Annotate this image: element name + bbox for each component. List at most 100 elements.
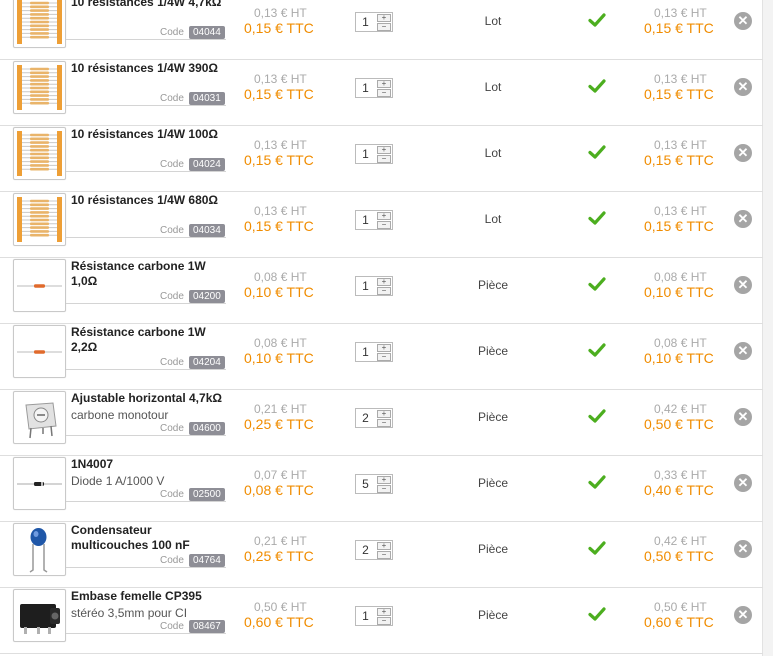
quantity-value[interactable]: 1 [356, 345, 375, 359]
increment-button[interactable]: + [377, 212, 391, 220]
decrement-button[interactable]: − [377, 287, 391, 295]
product-name[interactable]: 10 résistances 1/4W 680Ω [71, 193, 231, 208]
increment-button[interactable]: + [377, 80, 391, 88]
total-price-ht: 0,08 € HT [654, 270, 707, 284]
total-price-ht: 0,13 € HT [654, 72, 707, 86]
decrement-button[interactable]: − [377, 419, 391, 427]
decrement-button[interactable]: − [377, 23, 391, 31]
quantity-stepper[interactable]: 1 + − [355, 12, 393, 32]
resistor-single-thumbnail[interactable] [13, 325, 66, 378]
unit-price-ttc: 0,15 € TTC [244, 152, 314, 168]
cart-row: Condensateur multicouches 100 nF Code 04… [0, 522, 763, 588]
cart-table: 10 résistances 1/4W 4,7kΩ Code 04044 0,1… [0, 0, 763, 656]
product-name[interactable]: Résistance carbone 1W 1,0Ω [71, 259, 231, 289]
remove-item-button[interactable]: ✕ [734, 540, 752, 558]
quantity-stepper[interactable]: 1 + − [355, 606, 393, 626]
cart-row: 1N4007 Diode 1 A/1000 V Code 02500 0,07 … [0, 456, 763, 522]
resistor-single-thumbnail[interactable] [13, 259, 66, 312]
quantity-value[interactable]: 2 [356, 543, 375, 557]
decrement-button[interactable]: − [377, 89, 391, 97]
resistor-pack-thumbnail[interactable] [13, 61, 66, 114]
product-code: 08467 [189, 620, 225, 633]
unit-price-ttc: 0,15 € TTC [244, 20, 314, 36]
total-price-ttc: 0,40 € TTC [644, 482, 714, 498]
quantity-stepper[interactable]: 1 + − [355, 78, 393, 98]
remove-item-button[interactable]: ✕ [734, 12, 752, 30]
resistor-pack-thumbnail[interactable] [13, 0, 66, 48]
resistor-pack-thumbnail[interactable] [13, 127, 66, 180]
quantity-stepper[interactable]: 2 + − [355, 540, 393, 560]
increment-button[interactable]: + [377, 278, 391, 286]
product-name[interactable]: Résistance carbone 1W 2,2Ω [71, 325, 231, 355]
unit-price-ttc: 0,25 € TTC [244, 416, 314, 432]
remove-item-button[interactable]: ✕ [734, 342, 752, 360]
product-name[interactable]: 10 résistances 1/4W 390Ω [71, 61, 231, 76]
unit-price-ht: 0,21 € HT [254, 534, 307, 548]
increment-button[interactable]: + [377, 410, 391, 418]
remove-item-button[interactable]: ✕ [734, 78, 752, 96]
increment-button[interactable]: + [377, 476, 391, 484]
remove-item-button[interactable]: ✕ [734, 144, 752, 162]
increment-button[interactable]: + [377, 14, 391, 22]
increment-button[interactable]: + [377, 146, 391, 154]
divider [66, 369, 226, 370]
product-name[interactable]: 10 résistances 1/4W 4,7kΩ [71, 0, 231, 10]
quantity-stepper[interactable]: 1 + − [355, 144, 393, 164]
unit-price-ht: 0,07 € HT [254, 468, 307, 482]
capacitor-thumbnail[interactable] [13, 523, 66, 576]
remove-item-button[interactable]: ✕ [734, 606, 752, 624]
quantity-stepper[interactable]: 2 + − [355, 408, 393, 428]
decrement-button[interactable]: − [377, 155, 391, 163]
remove-item-button[interactable]: ✕ [734, 210, 752, 228]
cart-row: 10 résistances 1/4W 680Ω Code 04034 0,13… [0, 192, 763, 258]
quantity-stepper[interactable]: 1 + − [355, 276, 393, 296]
unit-price-ttc: 0,60 € TTC [244, 614, 314, 630]
trimmer-thumbnail[interactable] [13, 391, 66, 444]
divider [66, 633, 226, 634]
increment-button[interactable]: + [377, 608, 391, 616]
product-name[interactable]: Condensateur multicouches 100 nF [71, 523, 231, 553]
product-name[interactable]: Embase femelle CP395 [71, 589, 231, 604]
quantity-value[interactable]: 1 [356, 213, 375, 227]
decrement-button[interactable]: − [377, 485, 391, 493]
product-name[interactable]: 10 résistances 1/4W 100Ω [71, 127, 231, 142]
quantity-stepper[interactable]: 1 + − [355, 342, 393, 362]
quantity-stepper[interactable]: 5 + − [355, 474, 393, 494]
decrement-button[interactable]: − [377, 353, 391, 361]
jack-thumbnail[interactable] [13, 589, 66, 642]
scrollbar[interactable] [763, 0, 773, 656]
quantity-value[interactable]: 1 [356, 81, 375, 95]
unit-price-ht: 0,21 € HT [254, 402, 307, 416]
remove-item-button[interactable]: ✕ [734, 474, 752, 492]
total-price-ttc: 0,10 € TTC [644, 350, 714, 366]
product-name[interactable]: Ajustable horizontal 4,7kΩ [71, 391, 231, 406]
quantity-value[interactable]: 1 [356, 609, 375, 623]
divider [66, 171, 226, 172]
total-price-ttc: 0,15 € TTC [644, 20, 714, 36]
cart-row: 10 résistances 1/4W 390Ω Code 04031 0,13… [0, 60, 763, 126]
quantity-value[interactable]: 1 [356, 279, 375, 293]
product-code: 04200 [189, 290, 225, 303]
diode-thumbnail[interactable] [13, 457, 66, 510]
decrement-button[interactable]: − [377, 617, 391, 625]
quantity-value[interactable]: 2 [356, 411, 375, 425]
divider [66, 105, 226, 106]
resistor-pack-thumbnail[interactable] [13, 193, 66, 246]
product-code: 04764 [189, 554, 225, 567]
increment-button[interactable]: + [377, 344, 391, 352]
unit-price-ht: 0,50 € HT [254, 600, 307, 614]
code-label: Code [160, 225, 184, 236]
product-name[interactable]: 1N4007 [71, 457, 231, 472]
decrement-button[interactable]: − [377, 221, 391, 229]
decrement-button[interactable]: − [377, 551, 391, 559]
remove-item-button[interactable]: ✕ [734, 408, 752, 426]
code-label: Code [160, 489, 184, 500]
remove-item-button[interactable]: ✕ [734, 276, 752, 294]
quantity-value[interactable]: 5 [356, 477, 375, 491]
quantity-value[interactable]: 1 [356, 15, 375, 29]
increment-button[interactable]: + [377, 542, 391, 550]
quantity-stepper[interactable]: 1 + − [355, 210, 393, 230]
code-label: Code [160, 555, 184, 566]
quantity-value[interactable]: 1 [356, 147, 375, 161]
code-label: Code [160, 93, 184, 104]
